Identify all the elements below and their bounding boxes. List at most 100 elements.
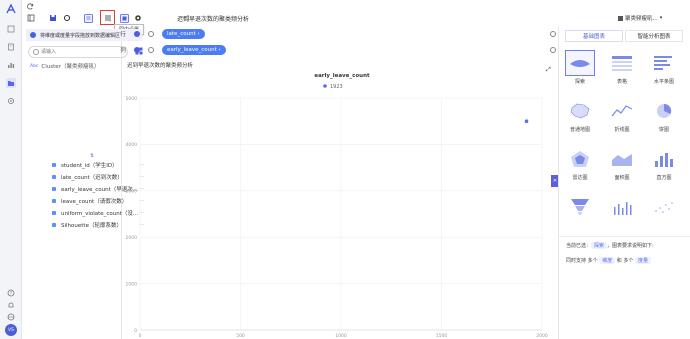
collapse-panel-icon[interactable] — [26, 13, 36, 23]
x-tick-label: 2000 — [536, 333, 548, 339]
analysis-icon[interactable] — [6, 78, 16, 88]
refresh-icon[interactable] — [26, 2, 34, 10]
line-chart-icon — [607, 98, 637, 124]
clock-icon[interactable] — [550, 31, 556, 37]
search-icon — [33, 49, 39, 55]
selection-info: 当前已选： 探索 ，图表要求说明如下: — [566, 242, 654, 249]
chart-title: early_leave_count — [314, 73, 370, 79]
chart-type-line[interactable]: 折线图 — [605, 96, 639, 136]
notification-icon[interactable] — [6, 300, 16, 310]
tab-smart-charts[interactable]: 智能分析图表 — [625, 30, 683, 42]
measure-tag: 度量 — [634, 257, 651, 264]
measure-icon — [52, 223, 56, 227]
report-title: 迟到早退次数的聚类频分析 — [177, 16, 250, 23]
tab-basic-charts[interactable]: 基础图表 — [565, 30, 623, 42]
y-tick-label: 3000 — [126, 189, 138, 195]
legend-marker — [323, 84, 327, 88]
selected-chart-tag: 探索 — [591, 242, 608, 249]
y-tick-label: 0 — [134, 328, 137, 334]
chart-settings-button[interactable] — [100, 10, 115, 25]
map-icon — [565, 98, 595, 124]
x-tick-label: 1500 — [436, 333, 448, 339]
chart-area: 迟到早退次数的聚类频分析 ⤢ early_leave_count 1923 0 100… — [122, 60, 551, 339]
column-shelf: 列 early_leave_count › — [112, 43, 558, 57]
bar-small-icon — [607, 194, 637, 220]
left-navigation: ? VS — [0, 0, 22, 339]
chart-settings-icon — [103, 13, 112, 22]
requirement-info: 同时支持 多个 维度 和 多个 度量 — [566, 257, 651, 264]
chart-type-horizontal-bar[interactable]: 水平条图 — [647, 48, 681, 88]
column-pill[interactable]: early_leave_count › — [162, 45, 226, 55]
dataset-label: 聚类频瘦吼... — [625, 16, 658, 22]
y-tick-label: 1000 — [126, 281, 138, 287]
dimension-tag: 维度 — [599, 257, 616, 264]
horizontal-bar-icon — [649, 50, 679, 76]
area-chart-icon — [607, 146, 637, 172]
row-shelf: 行 late_count › — [112, 27, 558, 41]
measure-icon — [52, 199, 56, 203]
funnel-icon — [565, 194, 595, 220]
add-icon[interactable] — [134, 31, 140, 37]
cluster-label: Cluster（聚类频瘦吼） — [41, 64, 100, 70]
pie-chart-icon — [649, 98, 679, 124]
swap-icon[interactable]: ⇅ — [90, 153, 94, 159]
document-icon[interactable] — [6, 42, 16, 52]
avatar[interactable]: VS — [5, 324, 17, 336]
dataset-selector[interactable]: 聚类频瘦吼... ▾ — [618, 13, 676, 23]
app-logo-icon[interactable] — [6, 4, 16, 14]
clock-icon[interactable] — [550, 47, 556, 53]
home-icon[interactable] — [6, 24, 16, 34]
chart-type-map[interactable]: 普通地图 — [563, 96, 597, 136]
gear-icon[interactable] — [133, 13, 143, 23]
chart-type-panel: 基础图表 智能分析图表 探索 表格 水平条图 普通地图 折线图 饼图 雷达图 面… — [558, 26, 690, 339]
legend-label: 1923 — [330, 84, 343, 90]
chart-type-histogram[interactable]: 直方图 — [647, 144, 681, 184]
measure-icon — [52, 175, 56, 179]
chart-type-area[interactable]: 面积图 — [605, 144, 639, 184]
y-tick-label: 4000 — [126, 142, 138, 148]
chart-type-scatter[interactable] — [647, 192, 681, 232]
table-icon — [607, 50, 637, 76]
add-icon[interactable] — [134, 47, 140, 53]
settings-icon[interactable] — [6, 96, 16, 106]
y-tick-label: 2000 — [126, 235, 138, 241]
chevron-down-icon: ▾ — [659, 15, 663, 21]
chart-type-radar[interactable]: 雷达图 — [563, 144, 597, 184]
y-tick-label: 5000 — [126, 96, 138, 102]
save-icon[interactable] — [48, 13, 58, 23]
row-pill[interactable]: late_count › — [162, 29, 205, 39]
divider — [559, 236, 690, 237]
help-icon[interactable]: ? — [6, 288, 16, 298]
cluster-dimension[interactable]: Abc Cluster（聚类频瘦吼） — [30, 62, 100, 71]
chart-type-explore[interactable]: 探索 — [563, 48, 597, 88]
dashboard-icon[interactable] — [6, 60, 16, 70]
language-icon[interactable] — [6, 312, 16, 322]
refresh-chart-icon[interactable] — [62, 13, 72, 23]
column-shelf-label: 列 — [120, 48, 126, 54]
chart-type-pie[interactable]: 饼图 — [647, 96, 681, 136]
chart-type-table[interactable]: 表格 — [605, 48, 639, 88]
x-tick-label: 0 — [139, 333, 142, 339]
scatter-chart: early_leave_count 1923 0 1000 2000 3000 4000 50… — [126, 73, 548, 339]
measure-icon — [52, 211, 56, 215]
x-tick-label: 1000 — [335, 333, 347, 339]
filter-icon[interactable] — [148, 47, 154, 53]
info-icon — [30, 32, 36, 38]
x-tick-label: 500 — [236, 333, 245, 339]
measure-icon — [52, 163, 56, 167]
chart-type-bar[interactable] — [605, 192, 639, 232]
data-config-icon[interactable] — [83, 13, 93, 23]
field-panel: 将维度或度量字段拖放到数据编辑区 Abc Cluster（聚类频瘦吼） ⇅ st… — [22, 28, 144, 339]
dataset-icon — [618, 15, 623, 21]
histogram-icon — [649, 146, 679, 172]
scatter-icon — [649, 194, 679, 220]
data-point — [524, 119, 529, 123]
explore-icon — [565, 50, 595, 76]
dimension-icon: Abc — [30, 63, 39, 69]
chart-type-funnel[interactable] — [563, 192, 597, 232]
row-shelf-label: 行 — [120, 32, 126, 38]
search-field[interactable] — [41, 48, 121, 56]
radar-icon — [565, 146, 595, 172]
filter-icon[interactable] — [148, 31, 154, 37]
layout-icon[interactable] — [119, 13, 129, 23]
